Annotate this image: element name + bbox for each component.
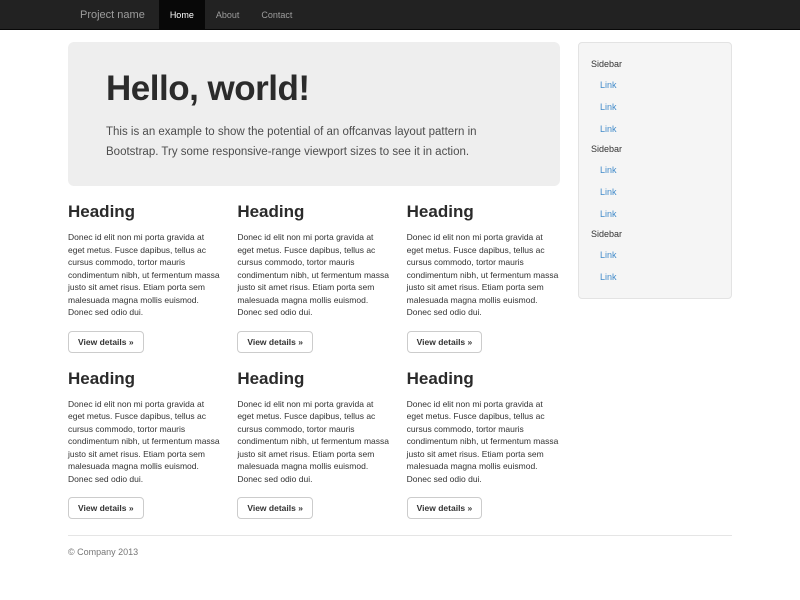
nav-item-wrapper: Contact [250, 0, 303, 30]
card-heading: Heading [68, 202, 221, 222]
card-heading: Heading [68, 369, 221, 389]
card-body-text: Donec id elit non mi porta gravida at eg… [68, 231, 221, 319]
sidebar-link[interactable]: Link [591, 203, 719, 225]
view-details-button[interactable]: View details » [237, 497, 313, 519]
view-details-button[interactable]: View details » [407, 497, 483, 519]
footer: © Company 2013 [68, 535, 732, 557]
nav-item-contact[interactable]: Contact [250, 0, 303, 30]
content-row: Hello, world! This is an example to show… [68, 30, 732, 519]
card: Heading Donec id elit non mi porta gravid… [237, 353, 390, 520]
main-content: Hello, world! This is an example to show… [68, 30, 560, 519]
card: Heading Donec id elit non mi porta gravid… [407, 353, 560, 520]
footer-divider [68, 535, 732, 536]
card: Heading Donec id elit non mi porta gravid… [68, 186, 221, 353]
card-heading: Heading [407, 202, 560, 222]
sidebar-link[interactable]: Link [591, 181, 719, 203]
sidebar-group-label: Sidebar [591, 55, 719, 74]
sidebar-link[interactable]: Link [591, 159, 719, 181]
card-body-text: Donec id elit non mi porta gravida at eg… [407, 231, 560, 319]
view-details-button[interactable]: View details » [68, 497, 144, 519]
navbar-inner: Project name HomeAboutContact [68, 0, 732, 30]
sidebar-link[interactable]: Link [591, 266, 719, 288]
navbar-menu: HomeAboutContact [159, 0, 304, 30]
card-heading: Heading [237, 369, 390, 389]
page-container: Hello, world! This is an example to show… [68, 30, 732, 557]
sidebar-group-label: Sidebar [591, 140, 719, 159]
jumbotron-description: This is an example to show the potential… [106, 122, 502, 162]
jumbotron: Hello, world! This is an example to show… [68, 42, 560, 186]
card-body-text: Donec id elit non mi porta gravida at eg… [68, 398, 221, 486]
cards-row-2: Heading Donec id elit non mi porta gravid… [68, 353, 560, 520]
sidebar-link[interactable]: Link [591, 118, 719, 140]
card-body-text: Donec id elit non mi porta gravida at eg… [237, 398, 390, 486]
sidebar-group: SidebarLinkLinkLink [591, 140, 719, 225]
view-details-button[interactable]: View details » [68, 331, 144, 353]
sidebar-link[interactable]: Link [591, 74, 719, 96]
nav-item-wrapper: Home [159, 0, 205, 30]
card-heading: Heading [407, 369, 560, 389]
view-details-button[interactable]: View details » [407, 331, 483, 353]
sidebar-group: SidebarLinkLinkLink [591, 55, 719, 140]
navbar-brand[interactable]: Project name [68, 0, 159, 30]
cards-row-1: Heading Donec id elit non mi porta gravid… [68, 186, 560, 353]
nav-item-home[interactable]: Home [159, 0, 205, 30]
jumbotron-title: Hello, world! [106, 69, 522, 109]
sidebar-group-label: Sidebar [591, 225, 719, 244]
sidebar: SidebarLinkLinkLinkSidebarLinkLinkLinkSi… [578, 42, 732, 299]
card-body-text: Donec id elit non mi porta gravida at eg… [237, 231, 390, 319]
view-details-button[interactable]: View details » [237, 331, 313, 353]
sidebar-group: SidebarLinkLink [591, 225, 719, 288]
sidebar-link[interactable]: Link [591, 244, 719, 266]
nav-item-wrapper: About [205, 0, 251, 30]
navbar: Project name HomeAboutContact [0, 0, 800, 30]
card: Heading Donec id elit non mi porta gravid… [407, 186, 560, 353]
copyright-text: © Company 2013 [68, 547, 732, 557]
sidebar-link[interactable]: Link [591, 96, 719, 118]
card: Heading Donec id elit non mi porta gravid… [237, 186, 390, 353]
card-body-text: Donec id elit non mi porta gravida at eg… [407, 398, 560, 486]
nav-item-about[interactable]: About [205, 0, 251, 30]
card: Heading Donec id elit non mi porta gravid… [68, 353, 221, 520]
card-heading: Heading [237, 202, 390, 222]
